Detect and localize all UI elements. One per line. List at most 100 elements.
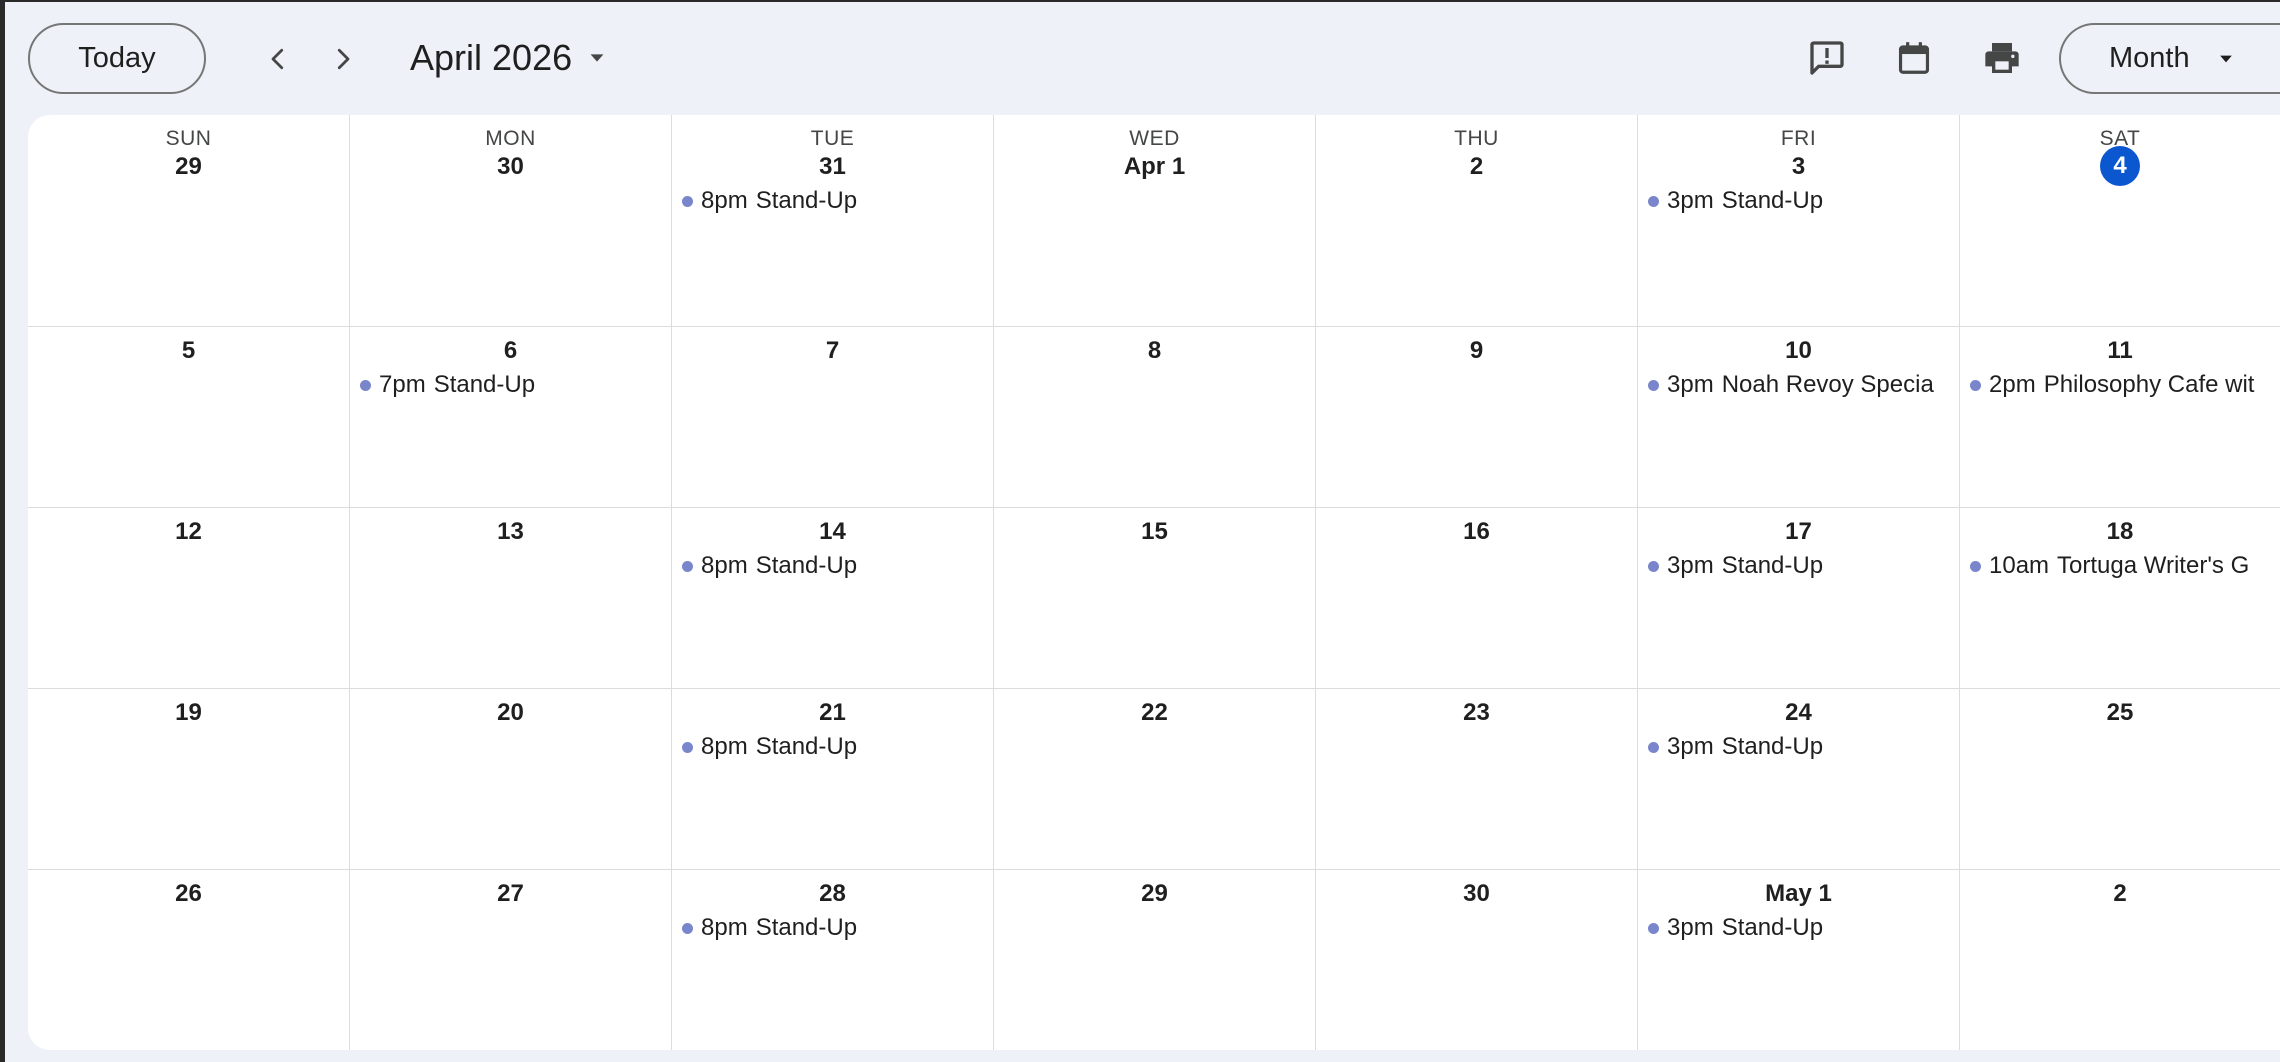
day-number[interactable]: 24 [1638,699,1959,727]
day-number[interactable]: 13 [350,518,671,546]
day-number[interactable]: 30 [350,153,671,181]
day-cell[interactable]: 27 [350,870,672,1050]
event-chip[interactable]: 3pm Stand-Up [1648,731,1959,763]
day-cell[interactable]: 15 [994,508,1316,689]
day-number[interactable]: Apr 1 [994,153,1315,181]
event-chip[interactable]: 8pm Stand-Up [682,912,993,944]
day-cell[interactable]: 16 [1316,508,1638,689]
day-cell[interactable]: 22 [994,689,1316,870]
day-number[interactable]: 2 [1316,153,1637,181]
day-cell[interactable]: 8 [994,327,1316,508]
event-chip[interactable]: 2pm Philosophy Cafe wit [1970,369,2280,401]
day-cell[interactable]: 17 3pm Stand-Up [1638,508,1960,689]
today-button[interactable]: Today [28,23,206,94]
event-chip[interactable]: 10am Tortuga Writer's G [1970,550,2280,582]
day-number[interactable]: 19 [28,699,349,727]
event-chip[interactable]: 8pm Stand-Up [682,185,993,217]
event-dot-icon [1970,379,1981,391]
next-month-button[interactable] [313,29,373,89]
day-cell[interactable]: 2 [1960,870,2280,1050]
day-cell[interactable]: 9 [1316,327,1638,508]
event-chip[interactable]: 8pm Stand-Up [682,731,993,763]
day-cell[interactable]: THU 2 [1316,115,1638,327]
previous-month-button[interactable] [248,29,308,89]
day-number[interactable]: 21 [672,699,993,727]
day-number[interactable]: 15 [994,518,1315,546]
event-dot-icon [682,922,693,934]
day-cell[interactable]: 19 [28,689,350,870]
today-date-badge[interactable]: 4 [2100,146,2140,186]
day-number[interactable]: 20 [350,699,671,727]
event-chip[interactable]: 3pm Stand-Up [1648,912,1959,944]
day-cell[interactable]: 5 [28,327,350,508]
day-cell[interactable]: 11 2pm Philosophy Cafe wit [1960,327,2280,508]
day-number[interactable]: 7 [672,337,993,365]
day-number[interactable]: 14 [672,518,993,546]
day-cell[interactable]: 13 [350,508,672,689]
day-cell[interactable]: WED Apr 1 [994,115,1316,327]
event-dot-icon [1648,379,1659,391]
day-number[interactable]: May 1 [1638,880,1959,908]
day-cell[interactable]: 24 3pm Stand-Up [1638,689,1960,870]
day-cell[interactable]: May 1 3pm Stand-Up [1638,870,1960,1050]
day-number[interactable]: 18 [1960,518,2280,546]
day-cell[interactable]: MON 30 [350,115,672,327]
day-cell[interactable]: TUE 31 8pm Stand-Up [672,115,994,327]
day-number[interactable]: 5 [28,337,349,365]
print-icon [1985,43,2019,73]
day-number[interactable]: 23 [1316,699,1637,727]
month-picker[interactable]: April 2026 [410,28,608,88]
event-chip[interactable]: 3pm Noah Revoy Specia [1648,369,1959,401]
day-cell[interactable]: 20 [350,689,672,870]
caret-down-icon [590,54,604,62]
day-number[interactable]: 6 [350,337,671,365]
event-chip[interactable]: 8pm Stand-Up [682,550,993,582]
day-number[interactable]: 3 [1638,153,1959,181]
day-number[interactable]: 22 [994,699,1315,727]
day-cell[interactable]: 25 [1960,689,2280,870]
day-number[interactable]: 9 [1316,337,1637,365]
day-cell[interactable]: 14 8pm Stand-Up [672,508,994,689]
day-number[interactable]: 8 [994,337,1315,365]
day-number[interactable]: 29 [28,153,349,181]
day-number[interactable]: 26 [28,880,349,908]
day-cell[interactable]: 7 [672,327,994,508]
day-cell[interactable]: 26 [28,870,350,1050]
day-number[interactable]: 28 [672,880,993,908]
day-cell[interactable]: 12 [28,508,350,689]
calendar-view-button[interactable] [1884,28,1944,88]
event-chip[interactable]: 3pm Stand-Up [1648,550,1959,582]
print-button[interactable] [1972,28,2032,88]
view-switcher-button[interactable]: Month [2059,23,2280,94]
day-cell[interactable]: 23 [1316,689,1638,870]
day-cell[interactable]: 10 3pm Noah Revoy Specia [1638,327,1960,508]
day-number[interactable]: 16 [1316,518,1637,546]
day-number[interactable]: 2 [1960,880,2280,908]
event-dot-icon [682,560,693,572]
day-cell[interactable]: SAT 4 [1960,115,2280,327]
event-time: 3pm [1667,733,1714,760]
day-number[interactable]: 12 [28,518,349,546]
day-number[interactable]: 17 [1638,518,1959,546]
day-cell[interactable]: 30 [1316,870,1638,1050]
day-cell[interactable]: 28 8pm Stand-Up [672,870,994,1050]
day-number[interactable]: 10 [1638,337,1959,365]
day-cell[interactable]: FRI 3 3pm Stand-Up [1638,115,1960,327]
event-time: 7pm [379,371,426,398]
event-chip[interactable]: 3pm Stand-Up [1648,185,1959,217]
day-cell[interactable]: 29 [994,870,1316,1050]
day-cell[interactable]: SUN 29 [28,115,350,327]
event-time: 8pm [701,187,748,214]
day-cell[interactable]: 18 10am Tortuga Writer's G [1960,508,2280,689]
day-number[interactable]: 30 [1316,880,1637,908]
day-number[interactable]: 27 [350,880,671,908]
day-number[interactable]: 31 [672,153,993,181]
day-number[interactable]: 11 [1960,337,2280,365]
day-cell[interactable]: 6 7pm Stand-Up [350,327,672,508]
month-title: April 2026 [410,37,573,78]
day-cell[interactable]: 21 8pm Stand-Up [672,689,994,870]
event-chip[interactable]: 7pm Stand-Up [360,369,671,401]
day-number[interactable]: 25 [1960,699,2280,727]
feedback-button[interactable] [1797,28,1857,88]
day-number[interactable]: 29 [994,880,1315,908]
